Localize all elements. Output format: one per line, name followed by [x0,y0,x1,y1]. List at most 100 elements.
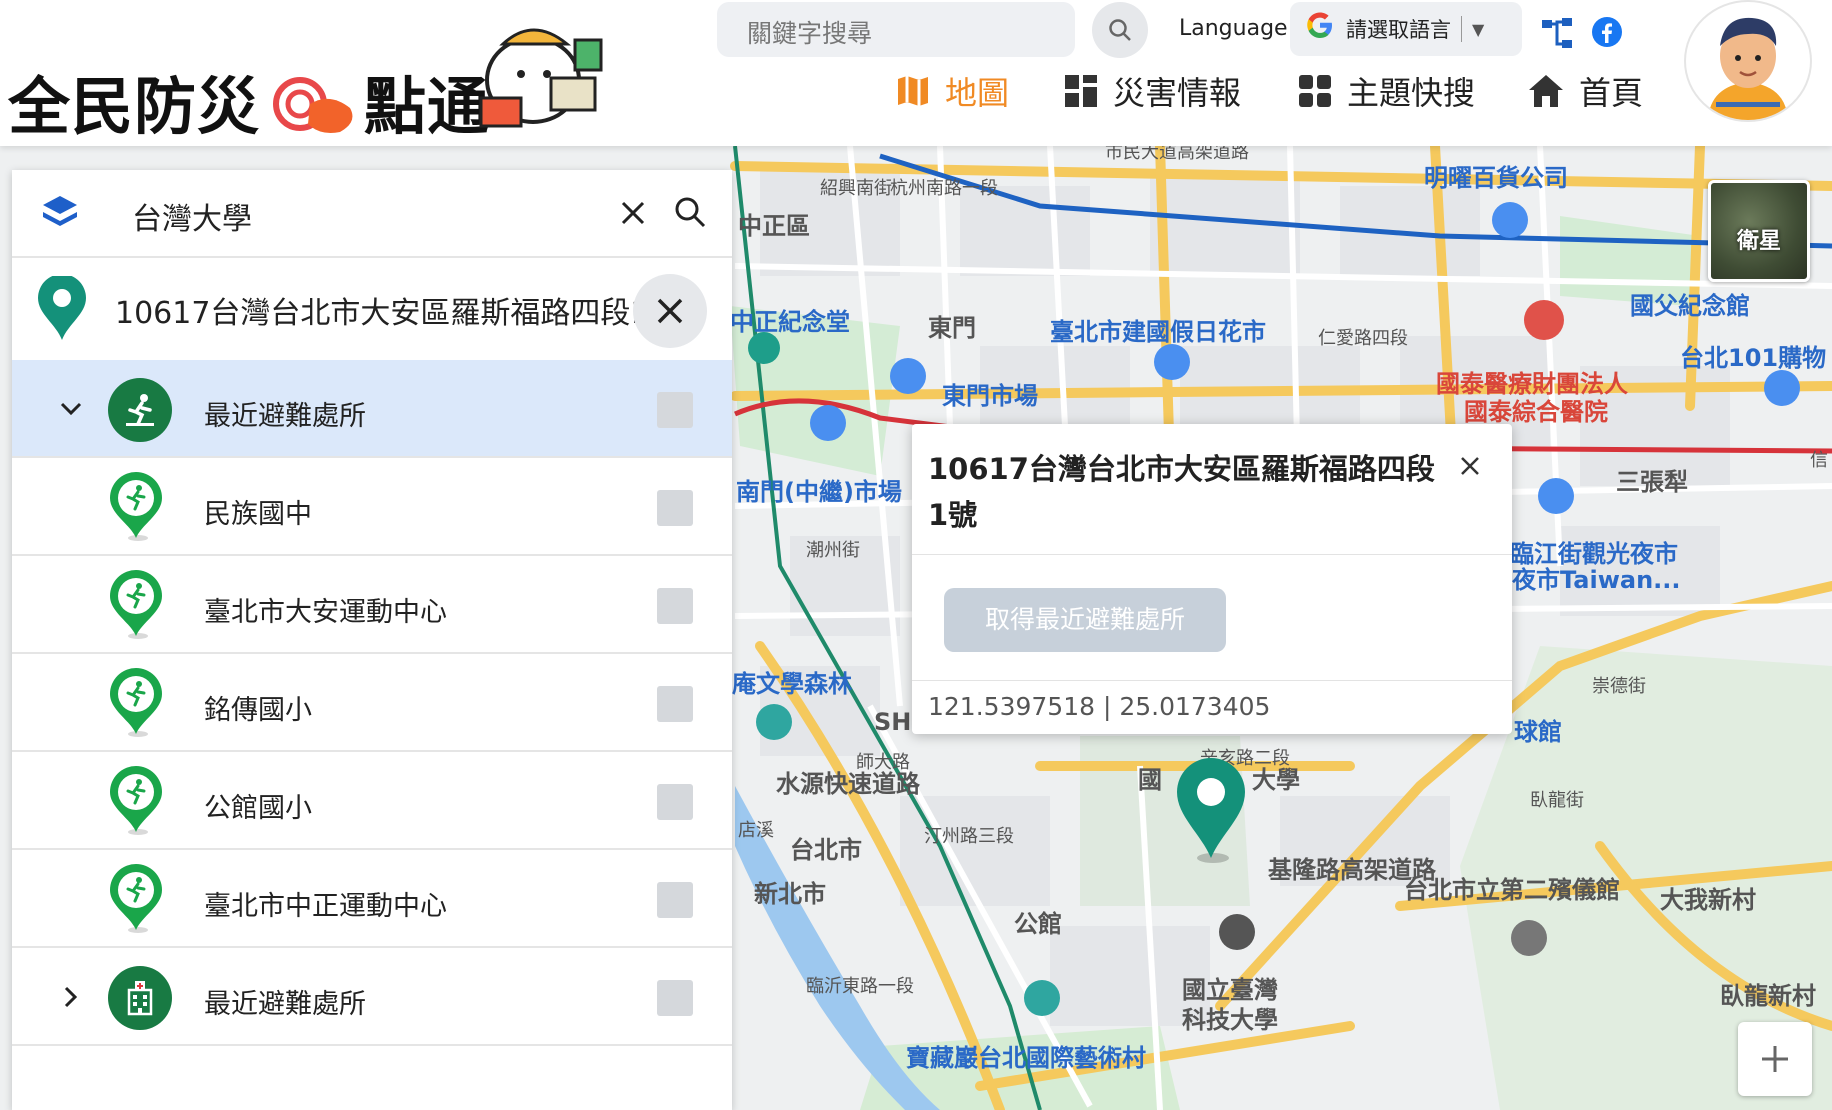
checkbox[interactable] [657,882,693,918]
location-pin-icon [38,276,86,340]
map-label: 水源快速道路 [776,770,920,798]
apps-icon [1299,75,1331,107]
map-label: 國 [1138,766,1162,794]
list-item-label: 公館國小 [204,793,312,824]
list-item[interactable]: 民族國中 [12,458,732,556]
clear-search-icon[interactable] [616,196,650,230]
search-sidebar: 台灣大學 10617台灣台北市大安區羅斯福路四段1號 最近避難處所 民族國中 臺… [12,170,732,1110]
map-label: 信 [1810,450,1828,471]
map-label: SH [874,708,912,736]
map-label: 潮州街 [806,540,860,561]
logo-text-part1: 全民防災 [8,70,261,143]
remove-address-button[interactable] [633,274,707,348]
list-group-label: 最近避難處所 [204,989,366,1020]
map-label: 杭州南路一段 [890,178,998,199]
home-icon [1529,75,1563,107]
map-label: 中正紀念堂 [730,308,850,336]
user-avatar[interactable] [1684,0,1812,122]
divider [912,554,1512,555]
location-marker-icon[interactable] [1171,754,1251,864]
map-label: 明曜百貨公司 [1424,164,1568,192]
map-label: 台北101購物 [1680,344,1827,372]
list-group-nearest-shelter[interactable]: 最近避難處所 [12,360,732,458]
popup-title: 10617台灣台北市大安區羅斯福路四段1號 [928,452,1435,532]
evacuation-pin-icon [110,668,162,737]
map-label: 仁愛路四段 [1318,328,1408,349]
selected-address-row: 10617台灣台北市大安區羅斯福路四段1號 [12,260,732,360]
sitemap-icon[interactable] [1540,16,1574,50]
map-label: 國泰綜合醫院 [1464,398,1608,426]
map-label: 三張犁 [1616,468,1688,496]
evacuation-pin-icon [110,766,162,835]
nav-map-label: 地圖 [945,74,1010,112]
list-item-label: 民族國中 [204,499,312,530]
checkbox[interactable] [657,392,693,428]
list-item-label: 臺北市中正運動中心 [204,891,447,922]
map-label: 大我新村 [1660,886,1756,914]
map-label: 台北市 [790,836,862,864]
map-label: 夜市Taiwan... [1512,566,1681,594]
checkbox[interactable] [657,490,693,526]
checkbox[interactable] [657,980,693,1016]
list-item-label: 臺北市大安運動中心 [204,597,447,628]
popup-close-icon[interactable] [1452,448,1488,484]
map-label: 新北市 [754,880,826,908]
search-icon[interactable] [672,194,708,230]
layers-icon[interactable] [40,192,80,232]
nav-home[interactable]: 首頁 [1527,66,1643,116]
list-item[interactable]: 臺北市大安運動中心 [12,556,732,654]
checkbox[interactable] [657,686,693,722]
map-label: 臥龍街 [1530,790,1584,811]
click-hand-icon [273,77,353,133]
nav-topic-search[interactable]: 主題快搜 [1297,66,1475,116]
chevron-down-icon[interactable] [54,392,88,426]
facebook-icon[interactable] [1591,16,1623,48]
selected-address: 10617台灣台北市大安區羅斯福路四段1號 [115,296,645,331]
nav-home-label: 首頁 [1579,74,1644,112]
logo-text: 全民防災 點通 [8,56,490,146]
site-logo[interactable]: 全民防災 點通 [8,28,608,143]
list-item-label: 銘傳國小 [204,695,312,726]
map-label: 台北市立第二殯儀館 [1404,876,1620,904]
checkbox[interactable] [657,588,693,624]
map-icon [898,76,928,106]
map-label: 公館 [1014,910,1062,938]
evacuation-pin-icon [110,864,162,933]
nav-disaster-info[interactable]: 災害情報 [1063,66,1241,116]
list-item[interactable]: 臺北市中正運動中心 [12,850,732,948]
map-label: 崇德街 [1592,676,1646,697]
map-label: 東門 [928,314,976,342]
search-button[interactable] [1092,2,1148,58]
nav-disaster-info-label: 災害情報 [1113,74,1242,112]
map-label: 球館 [1514,718,1562,746]
list-item[interactable]: 公館國小 [12,752,732,850]
map-label: 汀州路三段 [924,826,1014,847]
satellite-toggle-button[interactable]: 衛星 [1708,180,1810,282]
plus-icon [1762,1046,1788,1072]
list-group-nearest-shelter-medical[interactable]: 最近避難處所 [12,948,732,1046]
nav-topic-search-label: 主題快搜 [1347,74,1476,112]
language-label: Language [1179,16,1288,41]
get-nearest-shelter-button[interactable]: 取得最近避難處所 [944,588,1226,652]
list-item[interactable]: 銘傳國小 [12,654,732,752]
list-group-label: 最近避難處所 [204,401,366,432]
checkbox[interactable] [657,784,693,820]
keyword-search-input[interactable]: 關鍵字搜尋 [717,2,1075,57]
mascot-icon [479,28,603,128]
chevron-right-icon[interactable] [54,980,88,1014]
shelter-list: 最近避難處所 民族國中 臺北市大安運動中心 銘傳國小 公館國小 臺北市中正運動中… [12,360,732,1046]
location-popup: 10617台灣台北市大安區羅斯福路四段1號 取得最近避難處所 121.53975… [912,424,1512,734]
divider [912,680,1512,681]
sidebar-search-query[interactable]: 台灣大學 [132,194,252,238]
popup-coordinates: 121.5397518 | 25.0173405 [928,692,1271,721]
map-label: 科技大學 [1182,1006,1278,1034]
evacuation-pin-icon [110,570,162,639]
map-label: 庵文學森林 [732,670,852,698]
zoom-in-button[interactable] [1738,1022,1812,1096]
language-select[interactable]: 請選取語言 ▼ [1290,2,1522,56]
map-label: 市民大道高架道路 [1105,146,1249,163]
satellite-label: 衛星 [1736,229,1781,254]
search-icon [1109,19,1131,41]
hospital-icon [108,966,172,1030]
nav-map[interactable]: 地圖 [895,66,1009,116]
